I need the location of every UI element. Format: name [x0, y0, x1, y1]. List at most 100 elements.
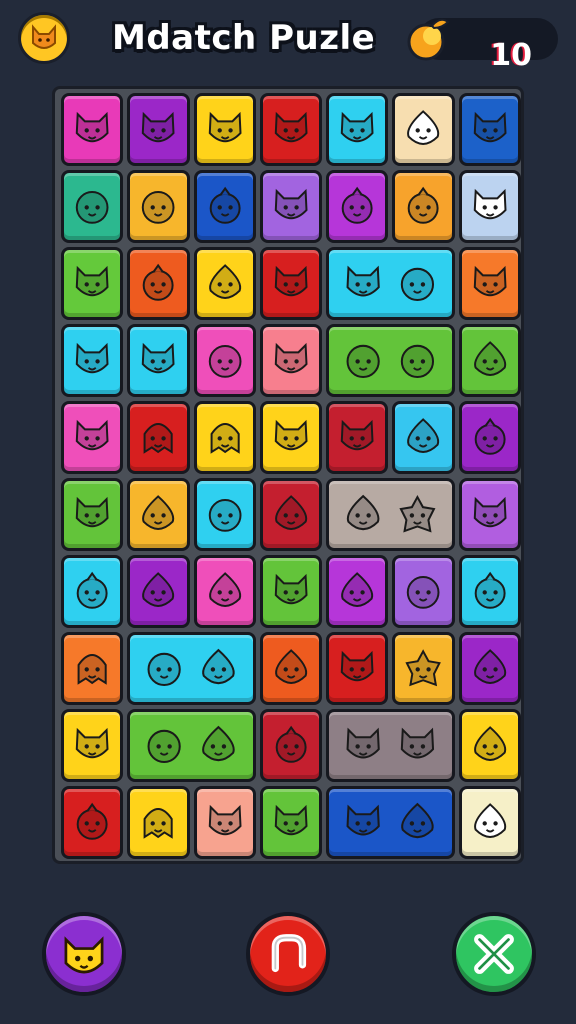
- cat-creature-icon: [274, 342, 308, 374]
- cat-creature-icon: [75, 727, 109, 759]
- tile-r3-c3[interactable]: [259, 324, 323, 397]
- tile-r5-c6[interactable]: [458, 478, 521, 551]
- cat-creature-icon: [75, 419, 109, 451]
- drop-creature-icon: [341, 572, 374, 607]
- tile-r8-c0[interactable]: [61, 709, 124, 782]
- cat-creature-icon: [208, 111, 242, 143]
- tile-r6-c6[interactable]: [458, 555, 521, 628]
- tile-r0-c2[interactable]: [193, 93, 256, 166]
- tile-r1-c5[interactable]: [392, 170, 455, 243]
- berry-creature-icon: [341, 186, 373, 224]
- tile-r9-c1[interactable]: [127, 786, 190, 859]
- berry-creature-icon: [275, 725, 307, 763]
- tile-r9-c2[interactable]: [193, 786, 256, 859]
- tile-r5-c4[interactable]: [326, 478, 455, 551]
- tile-r5-c1[interactable]: [127, 478, 190, 551]
- tile-r3-c4[interactable]: [326, 324, 455, 397]
- cat-creature-icon: [75, 111, 109, 143]
- tile-r1-c3[interactable]: [259, 170, 323, 243]
- close-button[interactable]: [452, 912, 536, 996]
- tile-r1-c2[interactable]: [193, 170, 256, 243]
- tile-r6-c5[interactable]: [392, 555, 455, 628]
- tile-r0-c6[interactable]: [458, 93, 521, 166]
- drop-creature-icon: [473, 341, 506, 376]
- tile-r6-c2[interactable]: [193, 555, 256, 628]
- tile-r2-c4[interactable]: [326, 247, 455, 320]
- tile-r9-c6[interactable]: [458, 786, 521, 859]
- tile-r2-c0[interactable]: [61, 247, 124, 320]
- drop-creature-icon: [473, 726, 506, 761]
- drop-creature-icon: [407, 418, 440, 453]
- ghost-creature-icon: [210, 422, 240, 454]
- star-creature-icon: [405, 649, 442, 687]
- tile-r5-c2[interactable]: [193, 478, 256, 551]
- pause-icon: [271, 934, 307, 973]
- tile-r0-c4[interactable]: [326, 93, 389, 166]
- hint-button[interactable]: [42, 912, 126, 996]
- tile-r9-c0[interactable]: [61, 786, 124, 859]
- tile-r4-c1[interactable]: [127, 401, 190, 474]
- drop-creature-icon: [407, 110, 440, 145]
- drop-creature-icon: [473, 649, 506, 684]
- ghost-creature-icon: [143, 422, 173, 454]
- tile-r7-c5[interactable]: [392, 632, 455, 705]
- tile-r9-c4[interactable]: [326, 786, 455, 859]
- tile-r0-c3[interactable]: [259, 93, 323, 166]
- game-title: Mdatch Puzle: [112, 18, 376, 58]
- pause-button[interactable]: [246, 912, 330, 996]
- tile-r4-c6[interactable]: [458, 401, 521, 474]
- tile-r7-c3[interactable]: [259, 632, 323, 705]
- blob-creature-icon: [147, 725, 235, 764]
- tile-r2-c6[interactable]: [458, 247, 521, 320]
- tile-r4-c5[interactable]: [392, 401, 455, 474]
- tile-r0-c0[interactable]: [61, 93, 124, 166]
- ghost-creature-icon: [143, 807, 173, 839]
- tile-r2-c3[interactable]: [259, 247, 323, 320]
- coin-fruit-icon: [407, 18, 450, 61]
- tile-grid: [59, 91, 523, 861]
- tile-r1-c6[interactable]: [458, 170, 521, 243]
- tile-r4-c0[interactable]: [61, 401, 124, 474]
- cat-creature-icon: [346, 265, 435, 302]
- tile-r5-c0[interactable]: [61, 478, 124, 551]
- cat-creature-icon: [274, 111, 308, 143]
- tile-r3-c1[interactable]: [127, 324, 190, 397]
- top-bar: Mdatch Puzle 10: [0, 0, 576, 86]
- tile-r7-c1[interactable]: [127, 632, 256, 705]
- cat-creature-icon: [346, 802, 434, 839]
- tile-r2-c1[interactable]: [127, 247, 190, 320]
- tile-r3-c0[interactable]: [61, 324, 124, 397]
- tile-r4-c2[interactable]: [193, 401, 256, 474]
- tile-r9-c3[interactable]: [259, 786, 323, 859]
- cat-creature-icon: [75, 496, 109, 528]
- tile-r4-c4[interactable]: [326, 401, 389, 474]
- blob-creature-icon: [208, 345, 242, 378]
- tile-r0-c1[interactable]: [127, 93, 190, 166]
- tile-r2-c2[interactable]: [193, 247, 256, 320]
- menu-button[interactable]: [18, 12, 70, 64]
- tile-r6-c3[interactable]: [259, 555, 323, 628]
- tile-r8-c1[interactable]: [127, 709, 256, 782]
- tile-r7-c4[interactable]: [326, 632, 389, 705]
- cat-creature-icon: [473, 188, 507, 220]
- tile-r1-c1[interactable]: [127, 170, 190, 243]
- tile-r4-c3[interactable]: [259, 401, 323, 474]
- tile-r1-c0[interactable]: [61, 170, 124, 243]
- cat-creature-icon: [274, 188, 308, 220]
- tile-r0-c5[interactable]: [392, 93, 455, 166]
- tile-r6-c1[interactable]: [127, 555, 190, 628]
- tile-r3-c6[interactable]: [458, 324, 521, 397]
- tile-r8-c4[interactable]: [326, 709, 455, 782]
- tile-r8-c6[interactable]: [458, 709, 521, 782]
- tile-r3-c2[interactable]: [193, 324, 256, 397]
- tile-r8-c3[interactable]: [259, 709, 323, 782]
- tile-r1-c4[interactable]: [326, 170, 389, 243]
- berry-creature-icon: [76, 802, 108, 840]
- tile-r7-c0[interactable]: [61, 632, 124, 705]
- tile-r6-c4[interactable]: [326, 555, 389, 628]
- cat-creature-icon: [473, 496, 507, 528]
- tile-r6-c0[interactable]: [61, 555, 124, 628]
- blob-creature-icon: [208, 499, 242, 532]
- tile-r7-c6[interactable]: [458, 632, 521, 705]
- tile-r5-c3[interactable]: [259, 478, 323, 551]
